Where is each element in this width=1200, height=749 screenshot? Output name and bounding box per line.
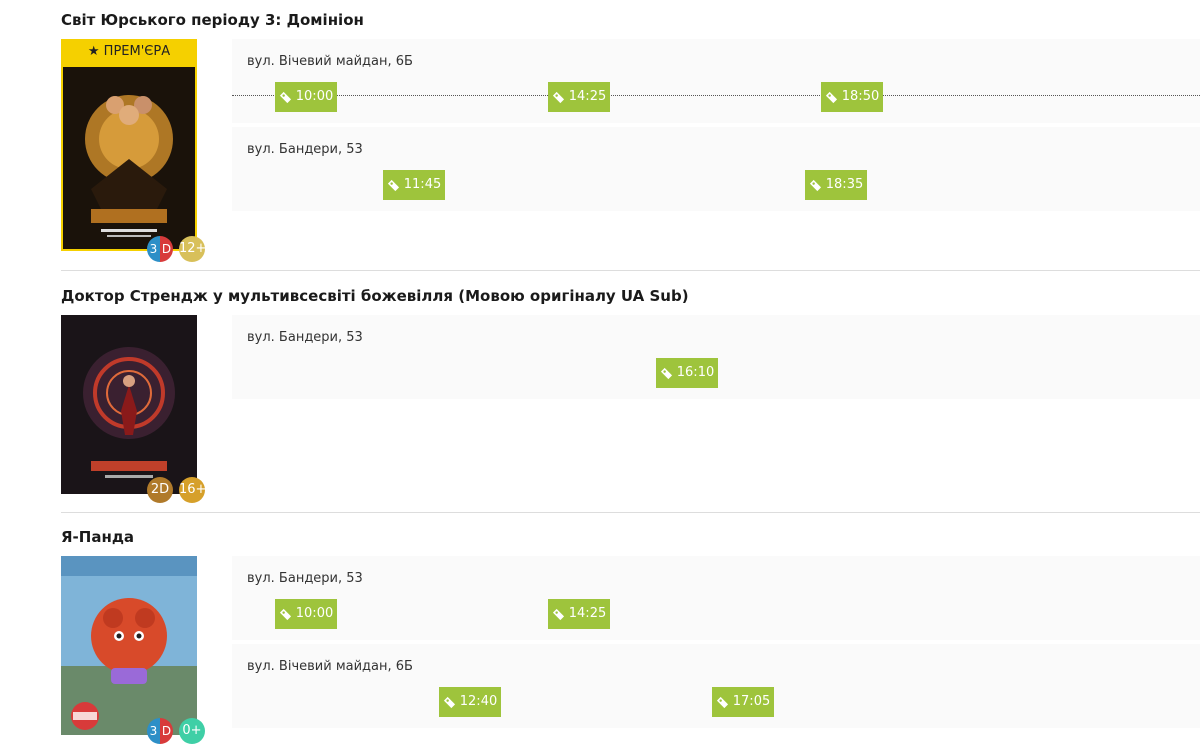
session-button[interactable]: 11:45: [383, 170, 445, 200]
divider: [61, 270, 1200, 271]
session-button[interactable]: 14:25: [548, 599, 610, 629]
cinema-address: вул. Вічевий майдан, 6Б: [247, 659, 413, 674]
age-rating-badge: 0+: [179, 718, 205, 744]
cinema-schedule: вул. Бандери, 53 16:10: [232, 315, 1200, 399]
movie-title[interactable]: Світ Юрського періоду 3: Домініон: [61, 11, 364, 29]
age-rating-badge: 16+: [179, 477, 206, 503]
session-button[interactable]: 10:00: [275, 82, 337, 112]
session-button[interactable]: 16:10: [656, 358, 718, 388]
movie-poster[interactable]: [61, 315, 197, 494]
session-button[interactable]: 12:40: [439, 687, 501, 717]
poster-image: [61, 556, 197, 735]
movie-card: Доктор Стрендж у мультивсесвіті божевілл…: [61, 287, 1200, 503]
movie-poster[interactable]: [61, 556, 197, 735]
ticket-icon: [716, 696, 728, 708]
ticket-icon: [387, 179, 399, 191]
poster-image: [63, 67, 195, 249]
format-2d-badge: 2D: [147, 477, 173, 503]
cinema-address: вул. Вічевий майдан, 6Б: [247, 54, 413, 69]
movie-card: Світ Юрського періоду 3: Домініон ★ ПРЕМ…: [61, 11, 1200, 262]
ticket-icon: [660, 367, 672, 379]
cinema-address: вул. Бандери, 53: [247, 571, 363, 586]
movie-card: Я-Панда 3D 0+ вул. Бандери, 53 10:00 14:…: [61, 528, 1200, 749]
timeline-line: [232, 95, 1200, 96]
session-button[interactable]: 18:50: [821, 82, 883, 112]
format-3d-badge: 3D: [147, 718, 173, 744]
age-rating-badge: 12+: [179, 236, 206, 262]
cinema-schedule: вул. Бандери, 53 11:45 18:35: [232, 127, 1200, 211]
movie-title[interactable]: Я-Панда: [61, 528, 134, 546]
ticket-icon: [552, 608, 564, 620]
ticket-icon: [279, 608, 291, 620]
cinema-schedule: вул. Вічевий майдан, 6Б 10:00 14:25 18:5…: [232, 39, 1200, 123]
session-button[interactable]: 18:35: [805, 170, 867, 200]
ticket-icon: [279, 91, 291, 103]
session-button[interactable]: 17:05: [712, 687, 774, 717]
movie-poster[interactable]: ★ ПРЕМ'ЄРА: [61, 39, 197, 251]
session-button[interactable]: 10:00: [275, 599, 337, 629]
cinema-address: вул. Бандери, 53: [247, 330, 363, 345]
poster-image: [61, 315, 197, 494]
cinema-address: вул. Бандери, 53: [247, 142, 363, 157]
ticket-icon: [809, 179, 821, 191]
ticket-icon: [825, 91, 837, 103]
movie-title[interactable]: Доктор Стрендж у мультивсесвіті божевілл…: [61, 287, 689, 305]
ticket-icon: [443, 696, 455, 708]
cinema-schedule: вул. Вічевий майдан, 6Б 12:40 17:05: [232, 644, 1200, 728]
divider: [61, 512, 1200, 513]
ticket-icon: [552, 91, 564, 103]
cinema-schedule: вул. Бандери, 53 10:00 14:25: [232, 556, 1200, 640]
format-3d-badge: 3D: [147, 236, 173, 262]
session-button[interactable]: 14:25: [548, 82, 610, 112]
